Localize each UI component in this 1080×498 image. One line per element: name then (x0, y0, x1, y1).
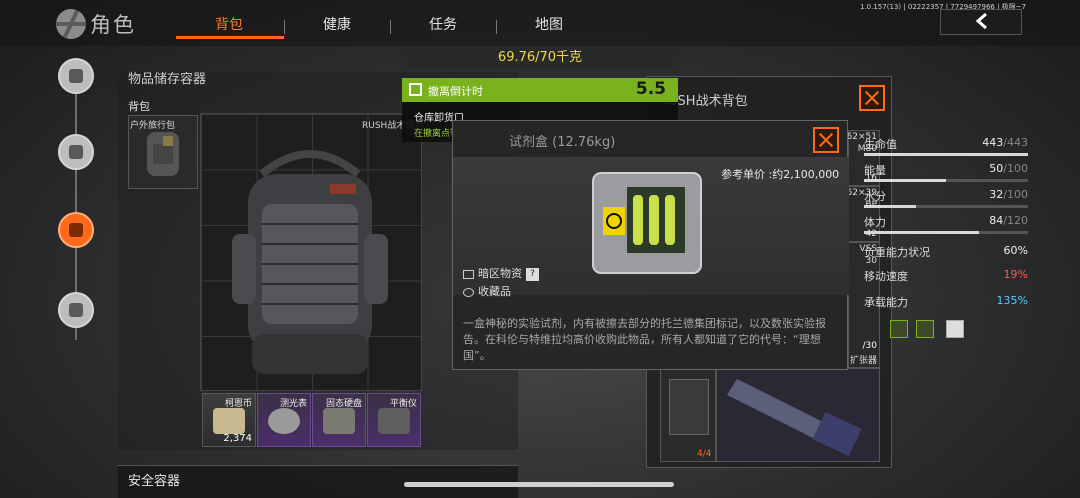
item-title: 试剂盒 (12.76kg) (509, 135, 616, 150)
reference-price: 参考单价 :约2,100,000 (721, 168, 840, 181)
stat-bar-fill (864, 205, 917, 208)
wallet-slot[interactable]: 4/4 (660, 368, 716, 462)
wallet-icon (669, 379, 709, 435)
sidebar-item-helmet[interactable] (58, 58, 94, 94)
item-slot-ssd[interactable]: 固态硬盘 (312, 393, 366, 447)
chevron-left-icon (975, 13, 987, 29)
ear-icon[interactable] (916, 320, 934, 338)
armor-icon (69, 145, 83, 159)
tab-health[interactable]: 健康 (284, 14, 390, 34)
buff-icon[interactable] (890, 320, 908, 338)
stat-row: 生命值 443/443 (856, 134, 1028, 156)
storage-box-icon (69, 303, 83, 317)
bag-label: 背包 (128, 100, 150, 113)
item-tag-darkzone: 暗区物资? (463, 265, 539, 281)
stat-bar-fill (864, 153, 1028, 156)
small-bag-label: 户外旅行包 (130, 121, 176, 131)
item-slot-gyroscope[interactable]: 平衡仪 (367, 393, 421, 447)
ssd-icon (323, 408, 355, 434)
tab-backpack[interactable]: 背包 (176, 14, 282, 34)
stat-row: 承载能力 135% (864, 294, 1028, 309)
item-description: 一盒神秘的实验试剂，内有被擦去部分的托兰德集团标记，以及数张实验报告。在科伦与特… (463, 317, 826, 362)
stat-bar-fill (864, 179, 946, 182)
tab-tasks[interactable]: 任务 (390, 14, 496, 34)
exit-arrow-icon (463, 269, 474, 279)
stats-panel: 生命值 443/443 能量 50/100 水分 32/100 体力 84/12… (856, 126, 1028, 346)
safe-container-label: 安全容器 (128, 474, 181, 489)
stat-row: 移动速度 19% (864, 268, 1028, 283)
inventory-heading: 物品储存容器 (128, 72, 207, 87)
back-button[interactable] (940, 9, 1022, 35)
backpack-icon (69, 223, 83, 237)
close-button[interactable] (859, 85, 885, 111)
item-slot-coin[interactable]: 柯恩币 2,374 (202, 393, 256, 447)
item-slot-light-meter[interactable]: 测光表 (257, 393, 311, 447)
item-tag-collectible: 收藏品 (463, 283, 511, 299)
banknote-icon (213, 408, 245, 434)
stat-bar-fill (864, 231, 979, 234)
stat-row: 水分 32/100 (856, 186, 1028, 208)
sidebar-item-storage[interactable] (58, 292, 94, 328)
item-detail-window: 试剂盒 (12.76kg) 参考单价 :约2,100,000 暗区物资? 收藏品… (452, 120, 849, 370)
active-tab-underline (176, 36, 284, 39)
page-title: 角色 (90, 13, 136, 37)
weapon-part-slot[interactable] (716, 368, 880, 462)
weight-icon[interactable] (946, 320, 964, 338)
gyroscope-icon (378, 408, 410, 434)
helmet-icon (69, 69, 83, 83)
brand: 角色 (56, 9, 136, 39)
collectible-icon (463, 287, 474, 297)
extraction-icon (409, 83, 422, 96)
sidebar-item-backpack[interactable] (58, 212, 94, 248)
home-indicator[interactable] (404, 482, 674, 487)
sidebar-item-armor[interactable] (58, 134, 94, 170)
globe-icon (56, 9, 86, 39)
carry-weight: 69.76/70千克 (402, 46, 678, 70)
weapon-part-icon (727, 379, 862, 457)
reagent-case-image (592, 172, 702, 274)
tab-map[interactable]: 地图 (496, 14, 602, 34)
countdown-value: 5.5 (635, 79, 666, 99)
stat-row: 负重能力状况 60% (864, 244, 1028, 259)
rush-backpack-image[interactable] (222, 144, 398, 380)
light-meter-icon (268, 408, 300, 434)
stat-row: 能量 50/100 (856, 160, 1028, 182)
close-button[interactable] (813, 127, 839, 153)
stat-row: 体力 84/120 (856, 212, 1028, 234)
help-icon[interactable]: ? (526, 267, 539, 281)
countdown-title: 撤离倒计时 (428, 85, 483, 98)
